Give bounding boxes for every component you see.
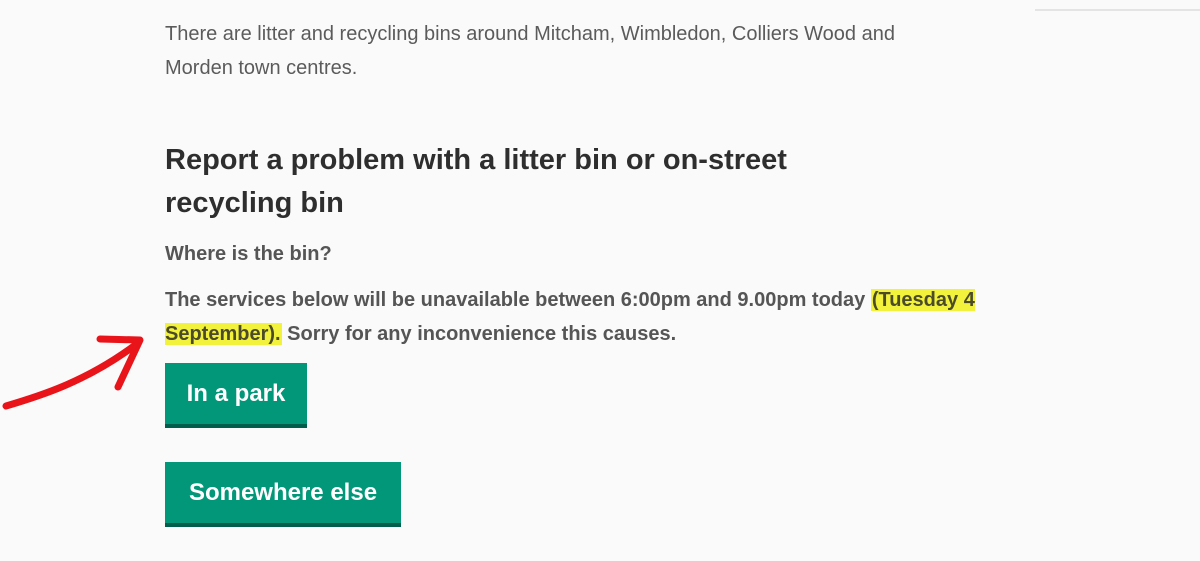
service-notice: The services below will be unavailable b… [165, 283, 1015, 351]
top-right-divider [1035, 9, 1200, 11]
annotation-arrow-icon [2, 335, 144, 410]
notice-text-end: Sorry for any inconvenience this causes. [281, 323, 677, 345]
intro-paragraph: There are litter and recycling bins arou… [165, 23, 895, 79]
in-a-park-button[interactable]: In a park [165, 363, 307, 428]
somewhere-else-button[interactable]: Somewhere else [165, 462, 401, 527]
page-heading: Report a problem with a litter bin or on… [165, 144, 787, 219]
bin-location-question: Where is the bin? [165, 243, 332, 265]
notice-text-start: The services below will be unavailable b… [165, 289, 871, 311]
